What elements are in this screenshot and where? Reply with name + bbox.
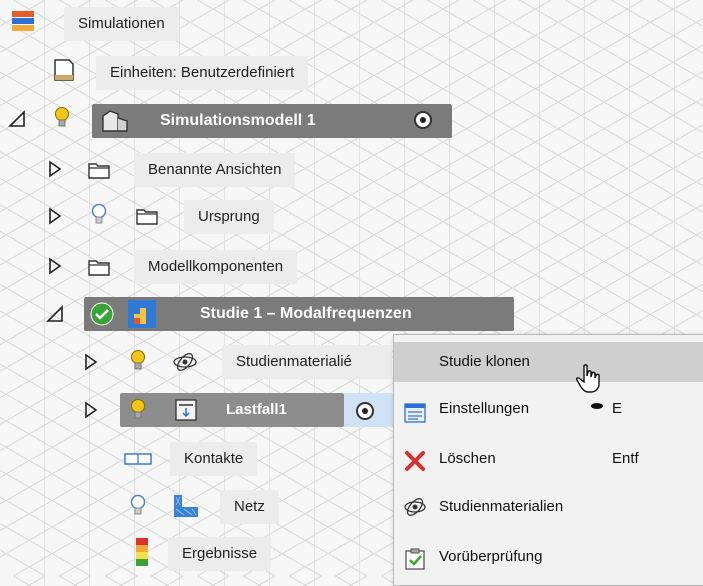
menu-item-study-materials[interactable]: Studienmaterialien bbox=[394, 487, 703, 527]
loadcase-icon bbox=[175, 399, 197, 421]
simulations-icon bbox=[12, 11, 34, 31]
tree-item-units[interactable]: Einheiten: Benutzerdefiniert bbox=[96, 56, 309, 90]
tree-item-results[interactable]: Ergebnisse bbox=[168, 537, 272, 571]
tree-item-loadcase[interactable]: Lastfall1 bbox=[120, 393, 344, 427]
tree-item-mesh[interactable]: Netz bbox=[220, 490, 279, 524]
activate-radio[interactable] bbox=[414, 111, 432, 129]
context-menu: Studie klonen Einstellungen E Löschen En… bbox=[393, 334, 703, 586]
results-icon bbox=[136, 538, 148, 566]
delete-x-icon bbox=[404, 448, 426, 471]
collapse-triangle-icon[interactable] bbox=[8, 110, 26, 128]
units-icon bbox=[52, 58, 76, 82]
folder-icon bbox=[136, 207, 158, 225]
cursor-shadow-icon bbox=[590, 397, 604, 409]
lightbulb-off-icon[interactable] bbox=[91, 203, 107, 227]
lightbulb-on-icon[interactable] bbox=[54, 106, 70, 130]
menu-item-label: Studienmaterialien bbox=[439, 498, 564, 515]
expand-triangle-icon[interactable] bbox=[84, 401, 98, 419]
menu-item-label: Löschen bbox=[439, 450, 496, 467]
menu-item-precheck[interactable]: Vorüberprüfung bbox=[394, 537, 703, 577]
materials-icon bbox=[172, 350, 198, 374]
lightbulb-off-icon[interactable] bbox=[130, 494, 146, 518]
lightbulb-on-icon[interactable] bbox=[130, 398, 146, 422]
contacts-icon bbox=[124, 452, 152, 465]
mesh-icon bbox=[172, 493, 200, 519]
tree-item-named-views[interactable]: Benannte Ansichten bbox=[134, 153, 296, 187]
tree-item-model[interactable]: Simulationsmodell 1 bbox=[92, 104, 452, 138]
menu-item-label: Studie klonen bbox=[439, 353, 530, 370]
tree-item-model-components[interactable]: Modellkomponenten bbox=[134, 250, 298, 284]
tree-item-contacts[interactable]: Kontakte bbox=[170, 442, 258, 476]
modal-study-icon bbox=[128, 300, 156, 328]
settings-icon bbox=[404, 399, 426, 423]
model-icon bbox=[100, 108, 130, 134]
precheck-icon bbox=[404, 546, 426, 570]
menu-item-label: Einstellungen bbox=[439, 400, 530, 417]
activate-radio[interactable] bbox=[356, 402, 374, 420]
menu-item-shortcut: Entf bbox=[612, 450, 639, 467]
folder-icon bbox=[88, 161, 110, 179]
menu-item-shortcut: E bbox=[612, 400, 623, 417]
expand-triangle-icon[interactable] bbox=[48, 207, 62, 225]
study-ok-check-icon bbox=[90, 302, 114, 326]
expand-triangle-icon[interactable] bbox=[48, 160, 62, 178]
menu-item-label: Vorüberprüfung bbox=[439, 548, 543, 565]
tree-item-study-materials[interactable]: Studienmaterialié bbox=[222, 345, 392, 379]
tree-item-origin[interactable]: Ursprung bbox=[184, 200, 274, 234]
tree-item-simulations[interactable]: Simulationen bbox=[64, 7, 179, 41]
menu-item-delete[interactable]: Löschen Entf bbox=[394, 439, 703, 479]
hand-cursor-icon bbox=[576, 364, 602, 394]
collapse-triangle-icon[interactable] bbox=[46, 305, 64, 323]
menu-item-clone-study[interactable]: Studie klonen bbox=[394, 342, 703, 382]
folder-icon bbox=[88, 258, 110, 276]
menu-item-settings[interactable]: Einstellungen E bbox=[394, 389, 703, 429]
expand-triangle-icon[interactable] bbox=[48, 257, 62, 275]
lightbulb-on-icon[interactable] bbox=[130, 349, 146, 373]
expand-triangle-icon[interactable] bbox=[84, 353, 98, 371]
materials-icon bbox=[403, 495, 427, 519]
